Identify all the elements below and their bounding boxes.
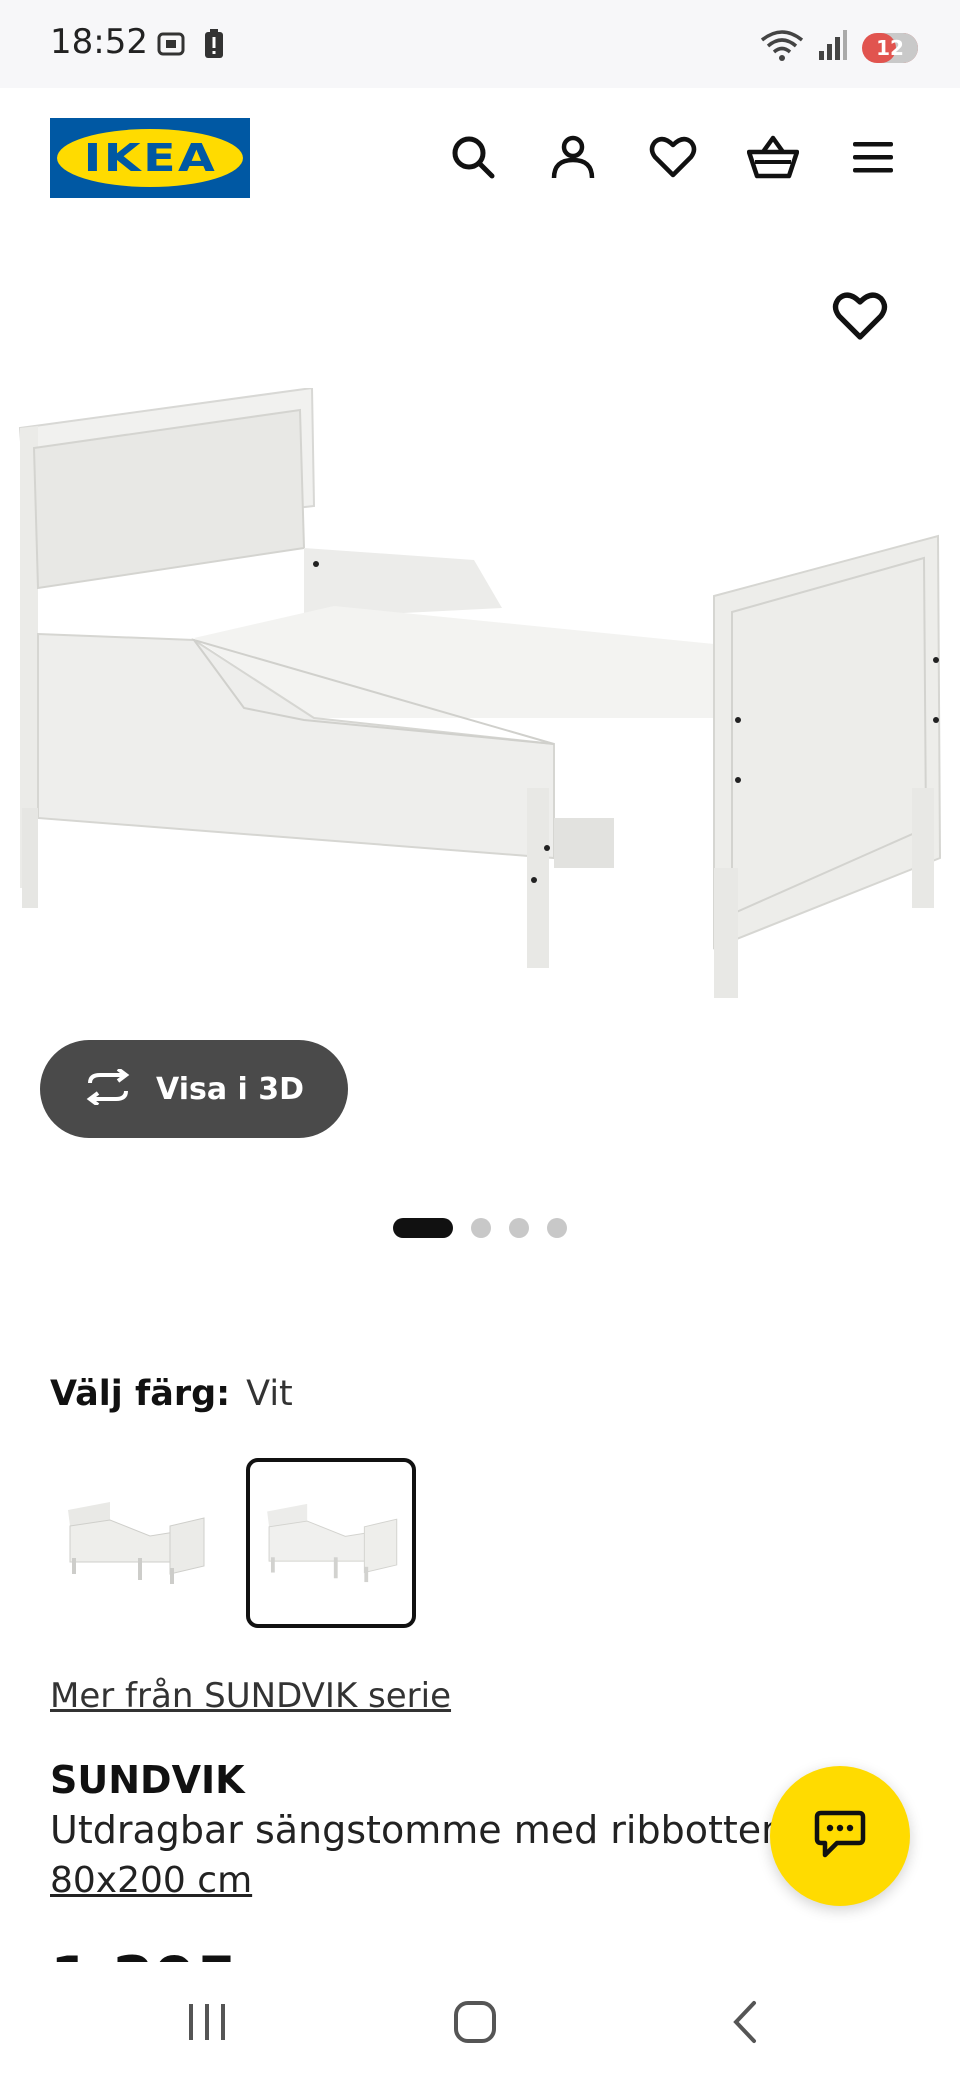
gallery-dot-1[interactable]	[393, 1218, 453, 1238]
price-value: 1 295	[50, 1950, 260, 1962]
battery-indicator: 12	[862, 32, 918, 63]
view-3d-button[interactable]: Visa i 3D	[40, 1040, 348, 1138]
back-icon[interactable]	[710, 1992, 780, 2052]
menu-icon[interactable]	[846, 130, 900, 184]
favorite-heart-icon[interactable]	[832, 290, 888, 346]
color-variant-2-selected[interactable]	[246, 1458, 416, 1628]
gallery-dot-4[interactable]	[547, 1218, 567, 1238]
color-selector-label: Välj färg: Vit	[50, 1374, 293, 1414]
series-link[interactable]: Mer från SUNDVIK serie	[50, 1676, 451, 1716]
product-description: Utdragbar sängstomme med ribbotten,	[50, 1808, 790, 1852]
color-value: Vit	[246, 1374, 293, 1414]
system-navigation-bar	[0, 1962, 960, 2080]
home-icon[interactable]	[440, 1992, 510, 2052]
battery-alert-icon	[203, 28, 225, 65]
product-price: 1 295	[50, 1950, 260, 1962]
variant-thumbnail-2	[267, 1503, 398, 1583]
gallery-pagination	[0, 1218, 960, 1238]
gallery-dot-2[interactable]	[471, 1218, 491, 1238]
status-time: 18:52	[50, 22, 148, 62]
product-size-link[interactable]: 80x200 cm	[50, 1860, 252, 1901]
screenshot-icon	[155, 28, 187, 65]
cart-basket-icon[interactable]	[746, 130, 800, 184]
wifi-icon	[760, 28, 804, 67]
wishlist-heart-icon[interactable]	[646, 130, 700, 184]
account-icon[interactable]	[546, 130, 600, 184]
view-3d-label: Visa i 3D	[156, 1071, 305, 1107]
gallery-dot-3[interactable]	[509, 1218, 529, 1238]
site-header: IKEA	[0, 88, 960, 228]
logo-text: IKEA	[83, 136, 217, 180]
signal-icon	[818, 29, 848, 66]
recent-apps-icon[interactable]	[172, 1992, 242, 2052]
chat-button[interactable]	[770, 1766, 910, 1906]
ikea-logo[interactable]: IKEA	[50, 118, 250, 198]
variant-thumbnail-1	[68, 1502, 205, 1584]
product-gallery[interactable]: Visa i 3D	[0, 228, 960, 1248]
color-label: Välj färg:	[50, 1374, 231, 1414]
rotate-3d-icon	[82, 1066, 134, 1110]
product-name: SUNDVIK	[50, 1758, 245, 1802]
status-bar: 18:52 12	[0, 0, 960, 88]
search-icon[interactable]	[446, 130, 500, 184]
color-variant-1[interactable]	[50, 1458, 220, 1628]
product-image	[18, 388, 942, 998]
chat-bubble-icon	[813, 1809, 867, 1864]
